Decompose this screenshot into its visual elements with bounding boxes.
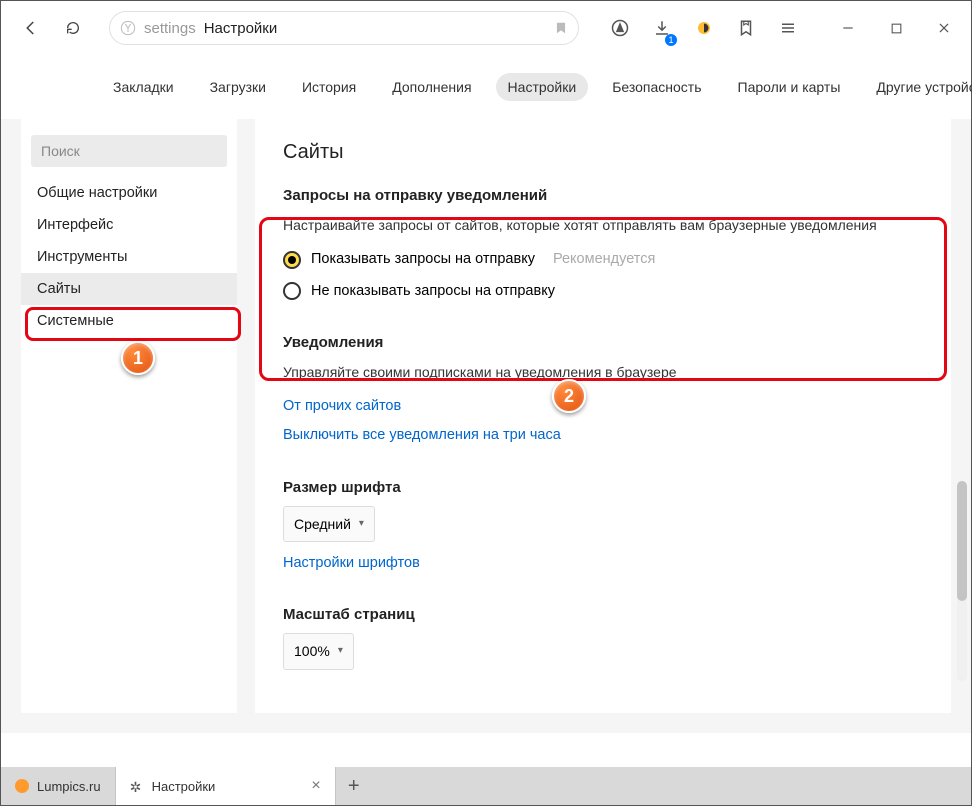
sidebar-item-tools[interactable]: Инструменты — [21, 241, 237, 273]
tab-settings[interactable]: Настройки — [496, 73, 589, 101]
radio-label: Показывать запросы на отправку — [311, 248, 535, 271]
menu-icon[interactable] — [773, 10, 803, 46]
downloads-icon[interactable]: 1 — [647, 10, 677, 46]
address-text: settings Настройки — [144, 20, 277, 37]
annotation-marker-1: 1 — [121, 341, 155, 375]
section-title: Запросы на отправку уведомлений — [283, 184, 923, 208]
recommended-label: Рекомендуется — [553, 248, 655, 271]
scrollbar[interactable] — [957, 481, 967, 681]
alice-icon[interactable] — [605, 10, 635, 46]
select-value: Средний — [294, 513, 351, 535]
reload-button[interactable] — [55, 10, 91, 46]
sidebar-item-sites[interactable]: Сайты — [21, 273, 237, 305]
settings-sidebar: Поиск Общие настройки Интерфейс Инструме… — [21, 119, 237, 713]
tab-addons[interactable]: Дополнения — [380, 73, 483, 101]
back-button[interactable] — [13, 10, 49, 46]
radio-show-requests[interactable]: Показывать запросы на отправку Рекоменду… — [283, 248, 923, 271]
section-notification-requests: Запросы на отправку уведомлений Настраив… — [283, 184, 923, 303]
gear-icon: ✲ — [130, 779, 144, 793]
link-font-settings[interactable]: Настройки шрифтов — [283, 552, 923, 575]
yandex-y-icon — [120, 20, 136, 36]
section-notifications: Уведомления Управляйте своими подписками… — [283, 331, 923, 448]
tab-downloads[interactable]: Загрузки — [198, 73, 278, 101]
select-font-size[interactable]: Средний ▾ — [283, 506, 375, 542]
radio-icon — [283, 282, 301, 300]
maximize-button[interactable] — [881, 10, 911, 46]
settings-tabs-nav: Закладки Загрузки История Дополнения Нас… — [1, 55, 971, 119]
bookmark-icon[interactable] — [554, 20, 568, 36]
radio-icon — [283, 251, 301, 269]
link-other-sites[interactable]: От прочих сайтов — [283, 395, 923, 418]
tab-label: Lumpics.ru — [37, 779, 101, 794]
chevron-down-icon: ▾ — [359, 516, 364, 532]
minimize-button[interactable] — [833, 10, 863, 46]
chevron-down-icon: ▾ — [338, 643, 343, 659]
sidebar-item-interface[interactable]: Интерфейс — [21, 209, 237, 241]
tab-security[interactable]: Безопасность — [600, 73, 713, 101]
section-title: Масштаб страниц — [283, 603, 923, 627]
address-title: Настройки — [204, 20, 278, 37]
close-tab-icon[interactable]: × — [311, 777, 320, 795]
select-zoom[interactable]: 100% ▾ — [283, 633, 354, 669]
browser-tab-settings[interactable]: ✲ Настройки × — [116, 767, 336, 805]
radio-hide-requests[interactable]: Не показывать запросы на отправку — [283, 280, 923, 303]
tab-passwords[interactable]: Пароли и карты — [726, 73, 853, 101]
main-area: Поиск Общие настройки Интерфейс Инструме… — [1, 119, 971, 733]
annotation-marker-2: 2 — [552, 379, 586, 413]
address-bar[interactable]: settings Настройки — [109, 11, 579, 45]
select-value: 100% — [294, 640, 330, 662]
section-desc: Настраивайте запросы от сайтов, которые … — [283, 214, 923, 236]
section-title: Уведомления — [283, 331, 923, 355]
settings-content: Сайты Запросы на отправку уведомлений На… — [255, 119, 951, 713]
browser-tab-bar: Lumpics.ru ✲ Настройки × + — [1, 767, 971, 805]
sidebar-item-system[interactable]: Системные — [21, 305, 237, 337]
toolbar-right: 1 — [605, 10, 959, 46]
radio-label: Не показывать запросы на отправку — [311, 280, 555, 303]
section-title: Размер шрифта — [283, 476, 923, 500]
sidebar-item-general[interactable]: Общие настройки — [21, 177, 237, 209]
tab-label: Настройки — [152, 779, 216, 794]
section-font-size: Размер шрифта Средний ▾ Настройки шрифто… — [283, 476, 923, 576]
link-mute-3h[interactable]: Выключить все уведомления на три часа — [283, 424, 923, 447]
extension-icon[interactable] — [689, 10, 719, 46]
collections-icon[interactable] — [731, 10, 761, 46]
page-title: Сайты — [283, 141, 923, 164]
section-page-zoom: Масштаб страниц 100% ▾ — [283, 603, 923, 679]
tab-other-devices[interactable]: Другие устройства — [864, 73, 972, 101]
section-desc: Управляйте своими подписками на уведомле… — [283, 361, 923, 383]
browser-tab-lumpics[interactable]: Lumpics.ru — [1, 767, 116, 805]
close-window-button[interactable] — [929, 10, 959, 46]
address-path: settings — [144, 20, 196, 37]
tab-bookmarks[interactable]: Закладки — [101, 73, 186, 101]
tab-history[interactable]: История — [290, 73, 368, 101]
scrollbar-thumb[interactable] — [957, 481, 967, 601]
sidebar-search-input[interactable]: Поиск — [31, 135, 227, 167]
favicon-icon — [15, 779, 29, 793]
toolbar: settings Настройки 1 — [1, 1, 971, 55]
new-tab-button[interactable]: + — [336, 767, 372, 805]
